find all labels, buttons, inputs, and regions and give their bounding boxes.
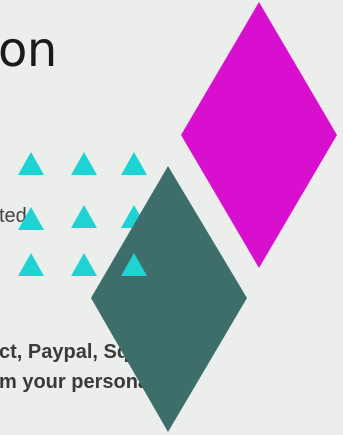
up-triangle-icon xyxy=(71,152,97,175)
triangle-grid-front xyxy=(18,253,147,276)
body-text: ted xyxy=(0,205,27,227)
up-triangle-icon xyxy=(121,253,147,276)
up-triangle-icon xyxy=(121,205,147,228)
slide-canvas: on ted ct, Paypal, Square) m your person… xyxy=(0,0,343,435)
up-triangle-icon xyxy=(71,253,97,276)
bold-text-line-2: m your personal xyxy=(0,371,155,393)
triangle-grid xyxy=(18,152,147,230)
up-triangle-icon xyxy=(71,205,97,228)
up-triangle-icon xyxy=(18,152,44,175)
bold-text-line-1: ct, Paypal, Square) xyxy=(0,341,178,363)
slide-title: on xyxy=(0,22,57,78)
up-triangle-icon xyxy=(121,152,147,175)
magenta-diamond-icon xyxy=(181,2,337,268)
up-triangle-icon xyxy=(18,253,44,276)
